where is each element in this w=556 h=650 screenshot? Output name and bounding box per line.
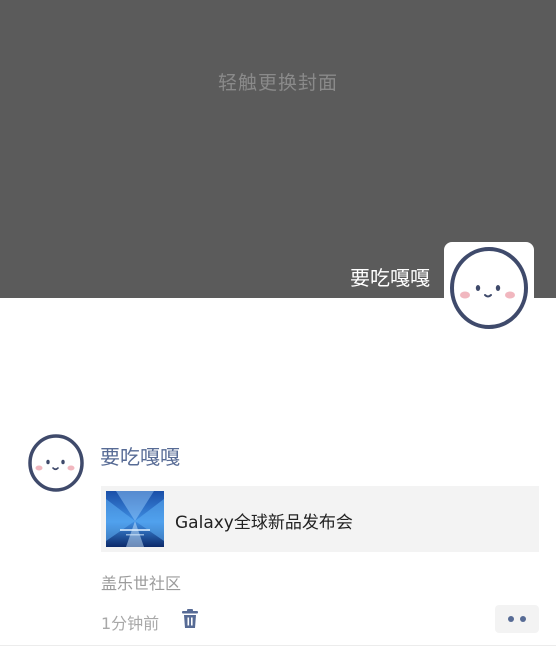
change-cover-hint[interactable]: 轻触更换封面	[0, 68, 556, 95]
profile-avatar[interactable]	[444, 242, 534, 332]
profile-username: 要吃嘎嘎	[350, 266, 430, 290]
post-timestamp: 1分钟前	[101, 614, 160, 633]
cute-face-icon	[450, 247, 528, 329]
more-actions-button[interactable]	[495, 605, 539, 633]
trash-icon[interactable]	[179, 608, 201, 630]
post-author-avatar[interactable]	[26, 432, 86, 492]
galaxy-event-thumbnail-icon	[106, 491, 164, 547]
post-location[interactable]: 盖乐世社区	[101, 570, 181, 594]
post-divider	[0, 645, 556, 646]
link-thumbnail	[106, 491, 164, 547]
post-author-name[interactable]: 要吃嘎嘎	[100, 441, 180, 470]
more-dots-icon	[520, 616, 526, 622]
more-dots-icon	[508, 616, 514, 622]
shared-link-card[interactable]: Galaxy全球新品发布会	[101, 486, 539, 552]
moments-page: 轻触更换封面 要吃嘎嘎 要吃嘎嘎 Galaxy全球新品发布会 盖乐世社区 1分钟…	[0, 0, 556, 650]
cute-face-icon	[28, 434, 84, 492]
link-title: Galaxy全球新品发布会	[175, 513, 353, 533]
